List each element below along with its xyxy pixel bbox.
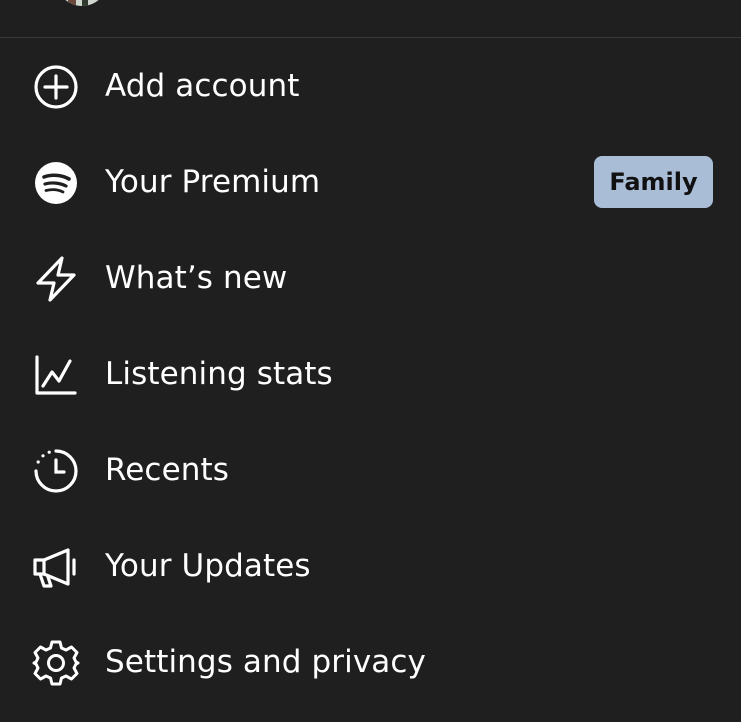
megaphone-icon: [32, 544, 80, 590]
line-chart-icon: [32, 352, 80, 398]
menu-item-label: Add account: [105, 68, 300, 104]
menu-item-label: Your Premium: [105, 164, 321, 200]
menu-item-whats-new[interactable]: What’s new: [0, 230, 741, 326]
menu-item-label: Listening stats: [105, 356, 333, 392]
menu-item-label: What’s new: [105, 260, 288, 296]
gear-icon: [32, 640, 80, 686]
plus-circle-icon: [32, 64, 80, 110]
menu-item-label: Your Updates: [105, 548, 311, 584]
menu-item-add-account[interactable]: Add account: [0, 38, 741, 134]
menu-item-settings-privacy[interactable]: Settings and privacy: [0, 614, 741, 710]
menu-item-label: Settings and privacy: [105, 644, 426, 680]
lightning-icon: [32, 256, 80, 302]
plan-badge: Family: [594, 156, 713, 208]
clock-history-icon: [32, 448, 80, 494]
menu-item-label: Recents: [105, 452, 229, 488]
menu-item-listening-stats[interactable]: Listening stats: [0, 326, 741, 422]
menu-item-recents[interactable]: Recents: [0, 422, 741, 518]
menu-item-your-updates[interactable]: Your Updates: [0, 518, 741, 614]
spotify-icon: [32, 160, 80, 206]
avatar[interactable]: [56, 0, 108, 6]
